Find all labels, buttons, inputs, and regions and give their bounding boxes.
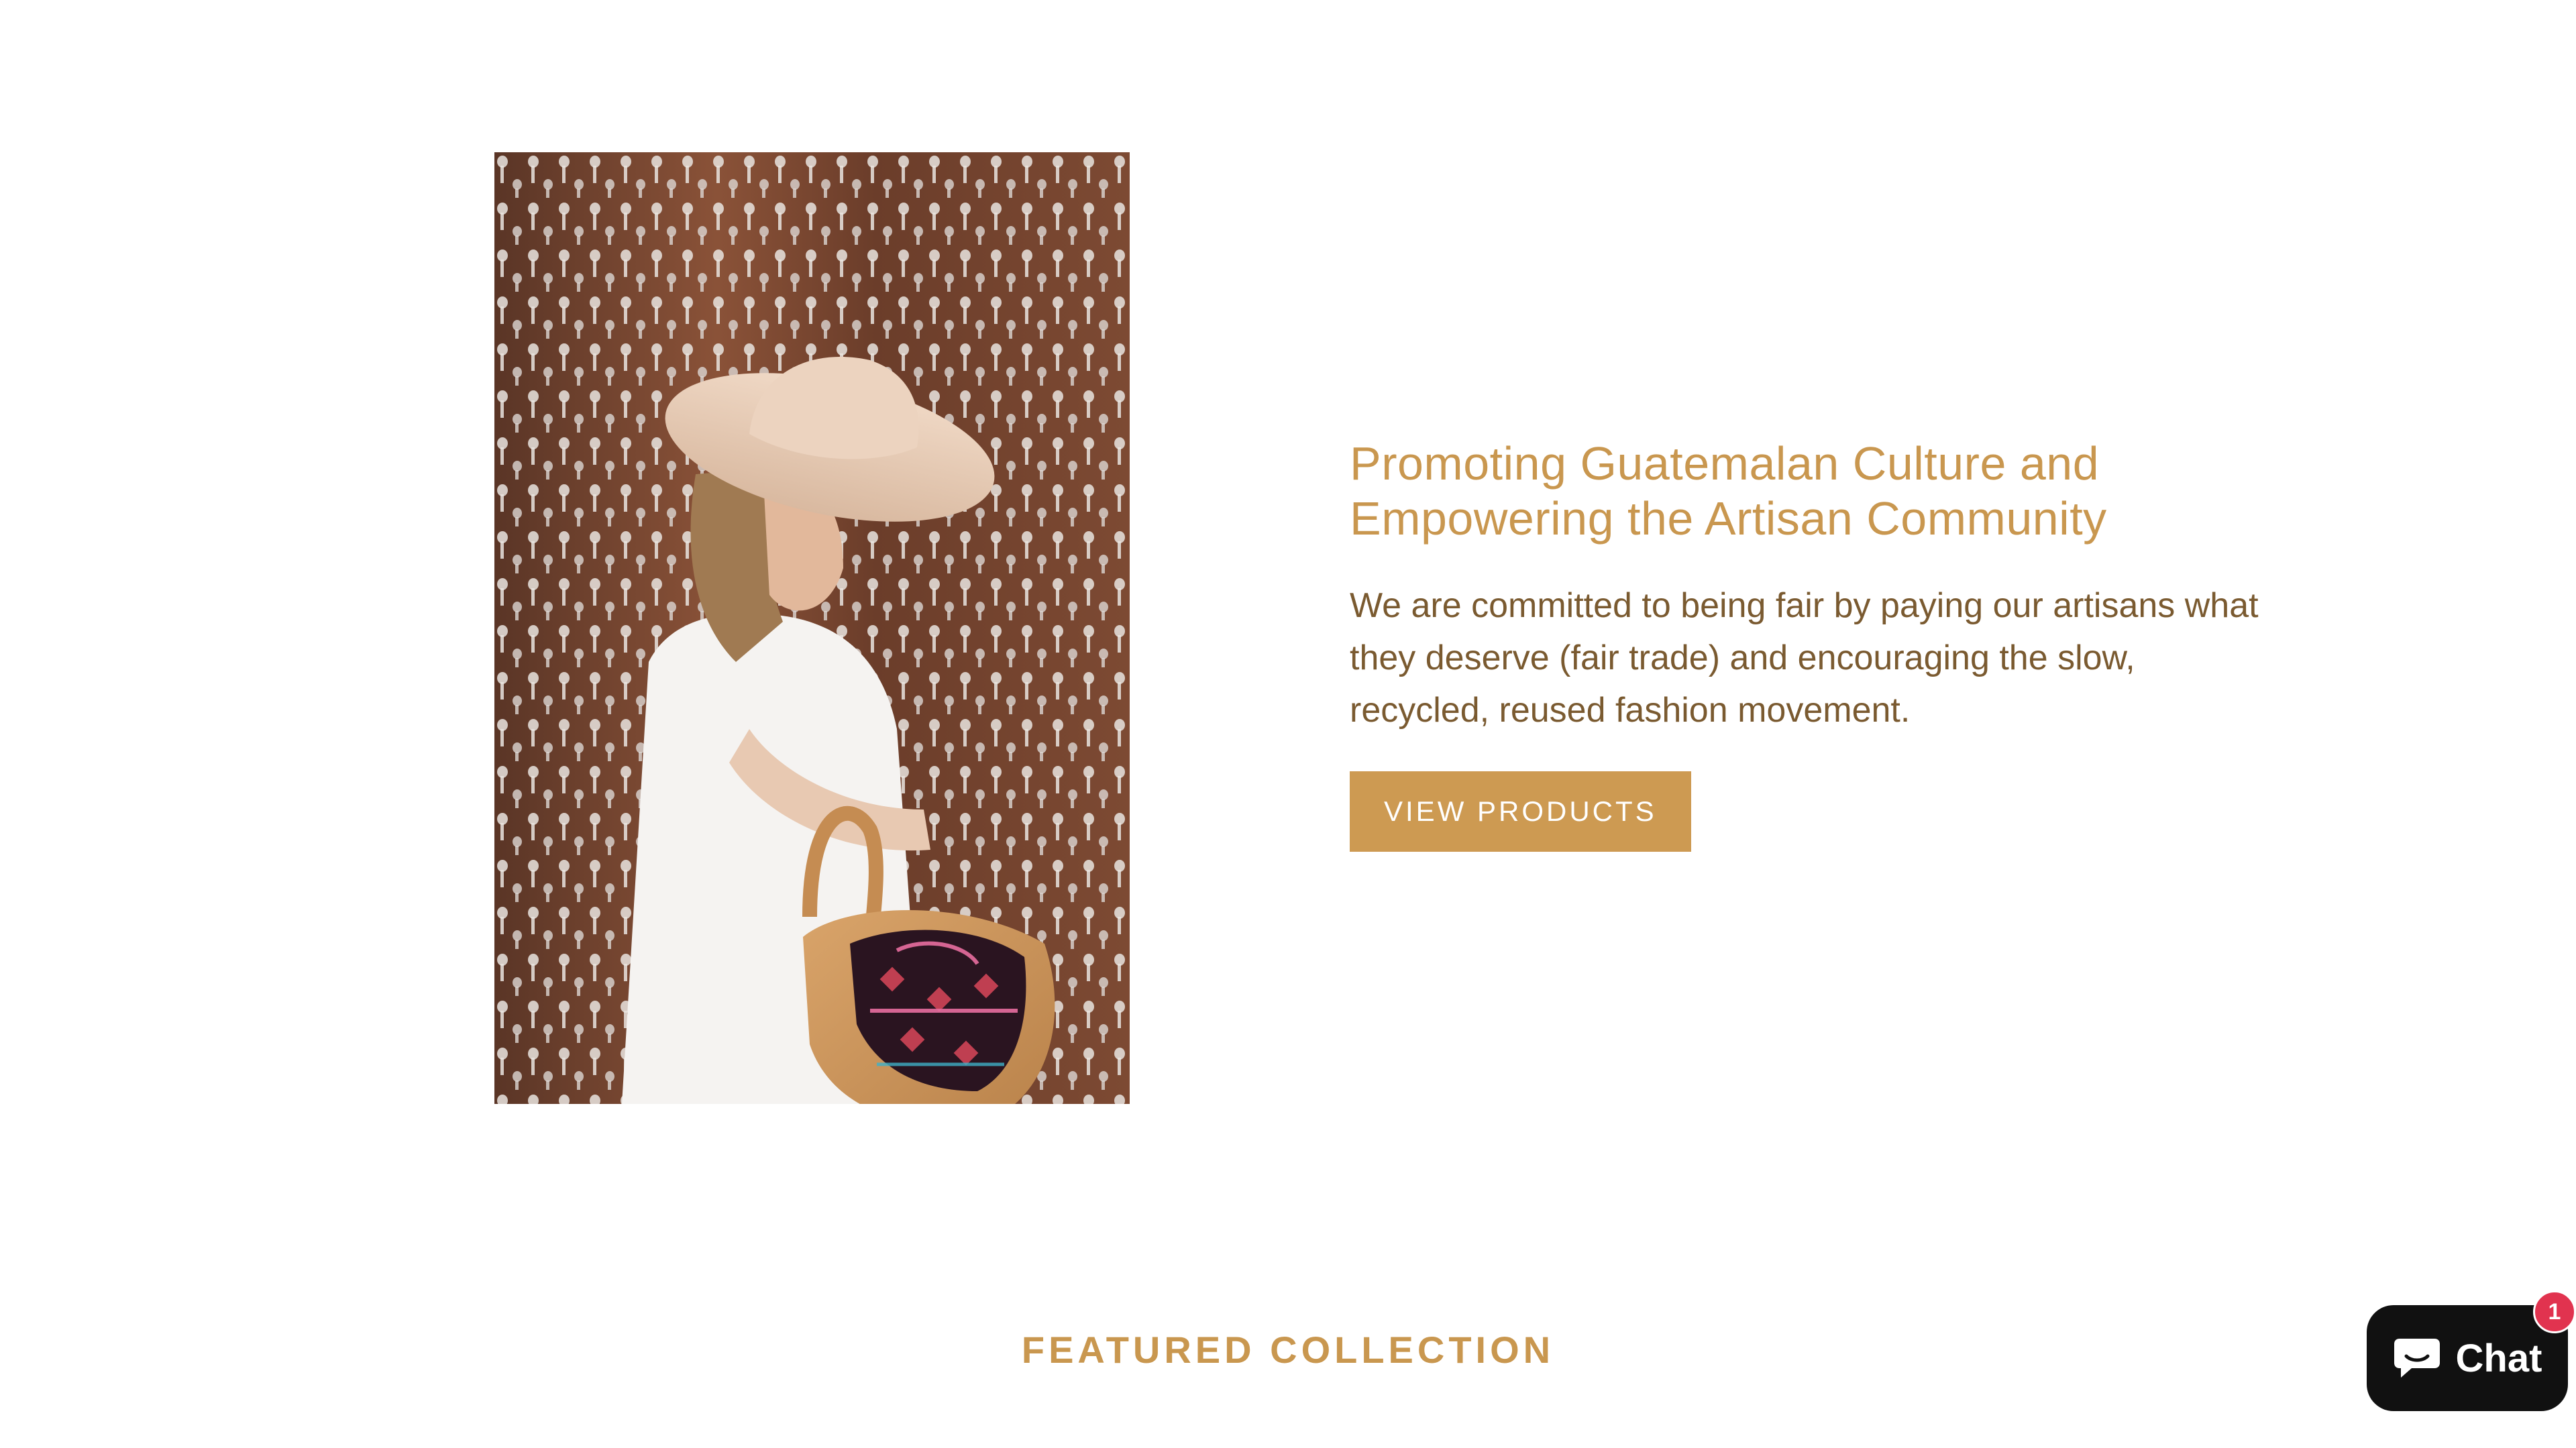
intro-text-block: Promoting Guatemalan Culture and Empower… bbox=[1350, 436, 2275, 852]
featured-collection-title: FEATURED COLLECTION bbox=[1021, 1329, 1555, 1371]
page: Promoting Guatemalan Culture and Empower… bbox=[0, 0, 2576, 1448]
chat-notification-badge: 1 bbox=[2533, 1290, 2576, 1333]
chat-bubble-icon bbox=[2393, 1336, 2441, 1380]
view-products-button[interactable]: VIEW PRODUCTS bbox=[1350, 771, 1691, 852]
intro-body: We are committed to being fair by paying… bbox=[1350, 586, 2259, 730]
chat-button[interactable]: Chat 1 bbox=[2367, 1290, 2576, 1411]
intro-heading: Promoting Guatemalan Culture and Empower… bbox=[1350, 437, 2107, 545]
woman-with-bag-image bbox=[494, 152, 1130, 1104]
hero-photo bbox=[494, 152, 1130, 1104]
chat-label: Chat bbox=[2455, 1336, 2542, 1380]
